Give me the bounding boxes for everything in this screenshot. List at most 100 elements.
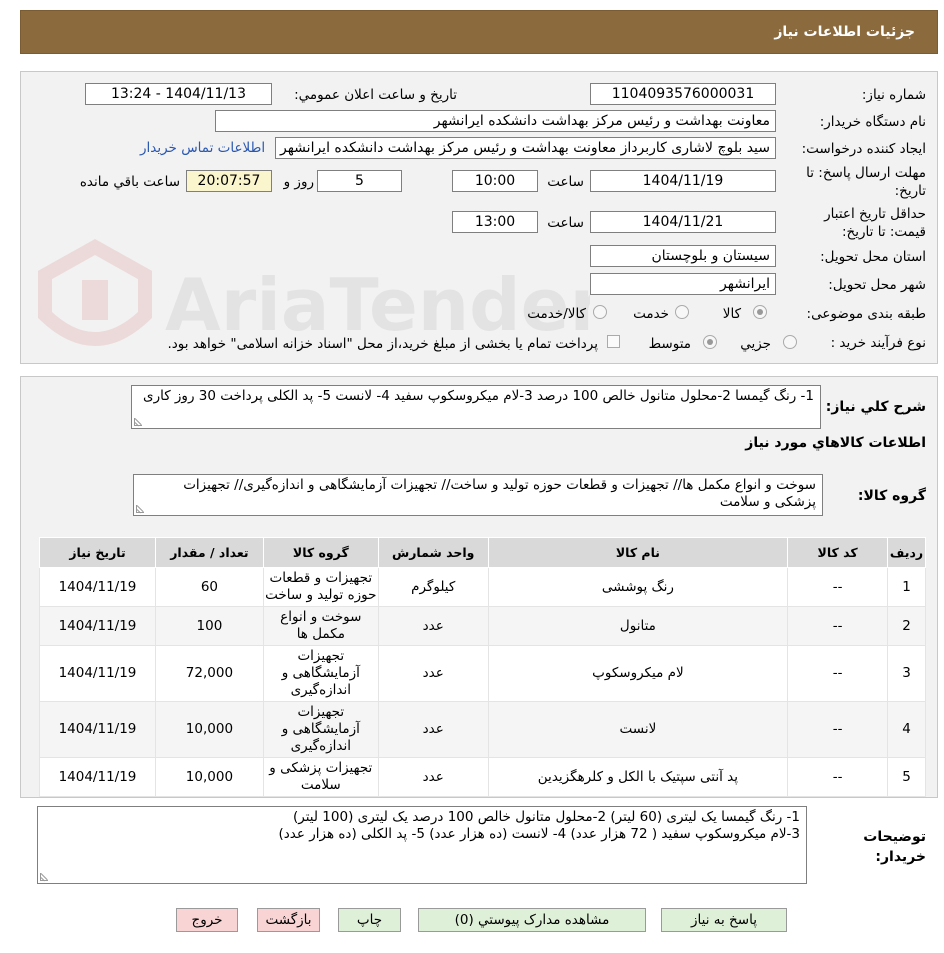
cell-qty: 72,000: [154, 645, 264, 702]
validity-date-field[interactable]: 1404/11/21: [590, 211, 776, 233]
cell-row: 3: [887, 645, 926, 702]
announce-datetime-field[interactable]: 1404/11/13 - 13:24: [85, 83, 272, 105]
validity-time-label: ساعت: [547, 215, 584, 231]
view-attachments-button[interactable]: مشاهده مدارک پيوستي (0): [418, 908, 646, 932]
buyer-notes-textarea[interactable]: 1- رنگ گیمسا یک لیتری (60 لیتر) 2-محلول …: [37, 806, 807, 884]
buyer-contact-link[interactable]: اطلاعات تماس خريدار: [140, 140, 265, 156]
cell-name: رنگ پوششی: [487, 567, 789, 607]
resize-handle-icon[interactable]: [40, 873, 48, 881]
cell-date: 1404/11/19: [39, 567, 156, 607]
cell-group: سوخت و انواع مکمل ها: [262, 606, 379, 646]
items-table: رديف کد کالا نام کالا واحد شمارش گروه کا…: [39, 537, 926, 797]
cell-code: --: [787, 567, 889, 607]
time-remaining-label: ساعت باقي مانده: [79, 174, 180, 190]
cell-group: تجهیزات آزمایشگاهی و اندازه‌گیری: [262, 701, 379, 758]
resize-handle-icon[interactable]: [136, 505, 144, 513]
buyer-notes-label: توضيحات خريدار:: [863, 829, 926, 865]
category-option-goods: کالا: [722, 306, 741, 322]
city-field[interactable]: ايرانشهر: [590, 273, 776, 295]
col-qty: تعداد / مقدار: [154, 537, 264, 568]
cell-unit: عدد: [377, 757, 489, 797]
cell-code: --: [787, 757, 889, 797]
exit-button[interactable]: خروج: [176, 908, 238, 932]
cell-qty: 10,000: [154, 757, 264, 797]
buyer-org-field[interactable]: معاونت بهداشت و رئیس مرکز بهداشت دانشکده…: [215, 110, 776, 132]
requester-field[interactable]: سید بلوچ لاشاری کاربرداز معاونت بهداشت و…: [275, 137, 776, 159]
process-radio-medium[interactable]: [703, 335, 717, 349]
goods-info-title: اطلاعات کالاهاي مورد نياز: [745, 435, 926, 451]
col-row: رديف: [887, 537, 926, 568]
cell-name: لانست: [487, 701, 789, 758]
category-radio-goods[interactable]: [753, 305, 767, 319]
announce-datetime-label: تاریخ و ساعت اعلان عمومي:: [294, 87, 457, 103]
summary-label: شرح كلي نياز:: [825, 399, 926, 415]
col-code: کد کالا: [787, 537, 889, 568]
cell-date: 1404/11/19: [39, 645, 156, 702]
goods-group-label: گروه کالا:: [857, 488, 926, 504]
category-label: طبقه بندی موضوعی:: [806, 306, 926, 322]
col-name: نام کالا: [487, 537, 789, 568]
table-row: 5 -- پد آنتی سپتیک با الکل و کلرهگزیدین …: [39, 757, 926, 797]
cell-unit: عدد: [377, 645, 489, 702]
cell-code: --: [787, 701, 889, 758]
category-option-goods-service: کالا/خدمت: [527, 306, 586, 322]
cell-name: متانول: [487, 606, 789, 646]
col-group: گروه کالا: [262, 537, 379, 568]
col-date: تاريخ نياز: [39, 537, 156, 568]
summary-textarea[interactable]: 1- رنگ گیمسا 2-محلول متانول خالص 100 درص…: [131, 385, 821, 429]
table-row: 2 -- متانول عدد سوخت و انواع مکمل ها 100…: [39, 606, 926, 646]
resize-handle-icon[interactable]: [134, 418, 142, 426]
category-radio-goods-service[interactable]: [593, 305, 607, 319]
buyer-org-label: نام دستگاه خريدار:: [819, 114, 926, 130]
days-label: روز و: [283, 174, 314, 190]
process-option-minor: جزيي: [740, 336, 771, 352]
cell-row: 5: [887, 757, 926, 797]
requester-label: ايجاد کننده درخواست:: [801, 141, 926, 157]
days-remaining-field[interactable]: 5: [317, 170, 402, 192]
cell-row: 1: [887, 567, 926, 607]
cell-code: --: [787, 606, 889, 646]
cell-group: تجهیزات و قطعات حوزه تولید و ساخت: [262, 567, 379, 607]
deadline-time-field[interactable]: 10:00: [452, 170, 538, 192]
deadline-date-field[interactable]: 1404/11/19: [590, 170, 776, 192]
items-table-header: رديف کد کالا نام کالا واحد شمارش گروه کا…: [39, 537, 926, 568]
cell-group: تجهیزات پزشکی و سلامت: [262, 757, 379, 797]
page-title: جزئیات اطلاعات نیاز: [774, 24, 915, 40]
cell-row: 4: [887, 701, 926, 758]
cell-unit: عدد: [377, 701, 489, 758]
goods-group-text: سوخت و انواع مکمل ها// تجهیزات و قطعات ح…: [183, 477, 816, 510]
cell-group: تجهیزات آزمایشگاهی و اندازه‌گیری: [262, 645, 379, 702]
category-radio-service[interactable]: [675, 305, 689, 319]
process-option-medium: متوسط: [648, 336, 691, 352]
back-button[interactable]: بازگشت: [257, 908, 320, 932]
category-option-service: خدمت: [633, 306, 669, 322]
cell-name: لام میکروسکوپ: [487, 645, 789, 702]
need-number-field[interactable]: 1104093576000031: [590, 83, 776, 105]
price-validity-label: حداقل تاريخ اعتبار قيمت: تا تاريخ:: [824, 206, 926, 240]
buyer-notes-line2: 3-لام میکروسکوپ سفید ( 72 هزار عدد) 4- ل…: [278, 826, 800, 842]
summary-text: 1- رنگ گیمسا 2-محلول متانول خالص 100 درص…: [143, 388, 814, 404]
cell-qty: 10,000: [154, 701, 264, 758]
goods-group-textarea[interactable]: سوخت و انواع مکمل ها// تجهیزات و قطعات ح…: [133, 474, 823, 516]
deadline-time-label: ساعت: [547, 174, 584, 190]
cell-name: پد آنتی سپتیک با الکل و کلرهگزیدین: [487, 757, 789, 797]
cell-code: --: [787, 645, 889, 702]
reply-button[interactable]: پاسخ به نياز: [661, 908, 787, 932]
validity-time-field[interactable]: 13:00: [452, 211, 538, 233]
city-label: شهر محل تحويل:: [828, 277, 926, 293]
treasury-payment-checkbox[interactable]: [607, 335, 620, 348]
buyer-notes-line1: 1- رنگ گیمسا یک لیتری (60 لیتر) 2-محلول …: [293, 809, 800, 825]
print-button[interactable]: چاپ: [338, 908, 401, 932]
cell-qty: 100: [154, 606, 264, 646]
deadline-label: مهلت ارسال پاسخ: تا تاريخ:: [806, 165, 926, 199]
cell-row: 2: [887, 606, 926, 646]
province-field[interactable]: سيستان و بلوچستان: [590, 245, 776, 267]
page-header: جزئیات اطلاعات نیاز: [20, 10, 938, 54]
process-label: نوع فرآيند خريد :: [830, 335, 926, 351]
cell-unit: کیلوگرم: [377, 567, 489, 607]
watermark-text: AriaTender.neT: [165, 263, 590, 347]
time-remaining-field[interactable]: 20:07:57: [186, 170, 272, 192]
process-radio-minor[interactable]: [783, 335, 797, 349]
table-row: 3 -- لام میکروسکوپ عدد تجهیزات آزمایشگاه…: [39, 645, 926, 702]
treasury-payment-note: پرداخت تمام يا بخشی از مبلغ خريد،از محل …: [167, 336, 598, 352]
